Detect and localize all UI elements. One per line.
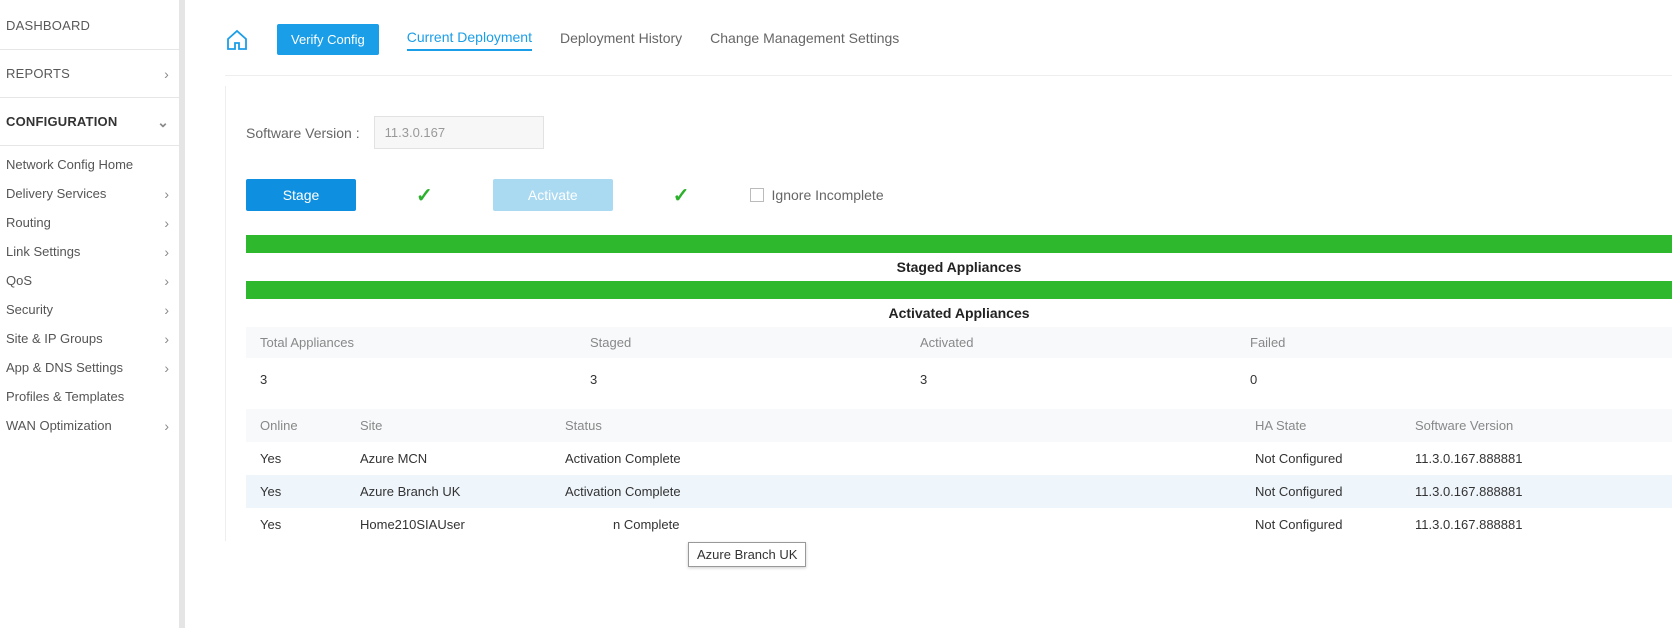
- th-ha-state: HA State: [1255, 418, 1415, 433]
- sidebar-item-delivery-services[interactable]: Delivery Services ›: [0, 179, 179, 208]
- th-status: Status: [565, 418, 1255, 433]
- sidebar-item-routing[interactable]: Routing ›: [0, 208, 179, 237]
- sidebar-item-label: Site & IP Groups: [6, 331, 103, 346]
- summary-header: Activated: [920, 335, 1250, 350]
- chevron-right-icon: ›: [164, 274, 169, 288]
- ignore-incomplete-checkbox[interactable]: Ignore Incomplete: [750, 187, 884, 203]
- summary-value-row: 3 3 3 0: [246, 358, 1672, 401]
- sidebar-item-wan-optimization[interactable]: WAN Optimization ›: [0, 411, 179, 440]
- sidebar-item-profiles-templates[interactable]: Profiles & Templates: [0, 382, 179, 411]
- tab-bar: Verify Config Current Deployment Deploym…: [225, 24, 1672, 76]
- nav-configuration[interactable]: CONFIGURATION ⌄: [0, 102, 179, 141]
- tab-change-mgmt-settings[interactable]: Change Management Settings: [710, 30, 899, 50]
- chevron-right-icon: ›: [164, 332, 169, 346]
- th-online: Online: [260, 418, 360, 433]
- home-icon[interactable]: [225, 28, 249, 52]
- summary-header: Failed: [1250, 335, 1580, 350]
- activate-check-icon: ✓: [673, 183, 690, 208]
- staged-progress-bar: [246, 235, 1672, 253]
- sidebar-item-label: Profiles & Templates: [6, 389, 124, 404]
- chevron-right-icon: ›: [164, 361, 169, 375]
- table-row[interactable]: Yes Azure Branch UK Activation Complete …: [246, 475, 1672, 508]
- th-site: Site: [360, 418, 565, 433]
- sidebar-item-label: Link Settings: [6, 244, 80, 259]
- summary-value: 3: [920, 372, 1250, 387]
- nav-label: DASHBOARD: [6, 18, 90, 33]
- sidebar-item-link-settings[interactable]: Link Settings ›: [0, 237, 179, 266]
- cell-sw: 11.3.0.167.888881: [1415, 451, 1595, 466]
- software-version-input[interactable]: [374, 116, 544, 149]
- cell-site: Azure MCN: [360, 451, 565, 466]
- nav-reports[interactable]: REPORTS ›: [0, 54, 179, 93]
- activated-progress-bar: [246, 281, 1672, 299]
- tab-current-deployment[interactable]: Current Deployment: [407, 29, 532, 51]
- sidebar-item-label: Delivery Services: [6, 186, 106, 201]
- cell-site: Home210SIAUser: [360, 517, 565, 532]
- cell-site: Azure Branch UK: [360, 484, 565, 499]
- table-row[interactable]: Yes Home210SIAUser n Complete Not Config…: [246, 508, 1672, 541]
- chevron-right-icon: ›: [164, 216, 169, 230]
- nav-dashboard[interactable]: DASHBOARD: [0, 6, 179, 45]
- nav-label: REPORTS: [6, 66, 70, 81]
- cell-online: Yes: [260, 451, 360, 466]
- summary-header: Total Appliances: [260, 335, 590, 350]
- sidebar-item-label: Security: [6, 302, 53, 317]
- cell-online: Yes: [260, 517, 360, 532]
- summary-header-row: Total Appliances Staged Activated Failed: [246, 327, 1672, 358]
- th-software-version: Software Version: [1415, 418, 1595, 433]
- checkbox-icon: [750, 188, 764, 202]
- chevron-right-icon: ›: [164, 245, 169, 259]
- activated-appliances-title: Activated Appliances: [246, 299, 1672, 327]
- chevron-down-icon: ⌄: [157, 115, 169, 129]
- table-row[interactable]: Yes Azure MCN Activation Complete Not Co…: [246, 442, 1672, 475]
- cell-ha: Not Configured: [1255, 517, 1415, 532]
- cell-ha: Not Configured: [1255, 451, 1415, 466]
- sidebar: DASHBOARD REPORTS › CONFIGURATION ⌄ Netw…: [0, 0, 185, 628]
- staged-appliances-title: Staged Appliances: [246, 253, 1672, 281]
- cell-ha: Not Configured: [1255, 484, 1415, 499]
- sidebar-item-network-config-home[interactable]: Network Config Home: [0, 150, 179, 179]
- sidebar-item-label: Routing: [6, 215, 51, 230]
- sidebar-item-app-dns-settings[interactable]: App & DNS Settings ›: [0, 353, 179, 382]
- summary-header: Staged: [590, 335, 920, 350]
- cell-status: n Complete: [565, 517, 1255, 532]
- summary-value: 0: [1250, 372, 1580, 387]
- tab-deployment-history[interactable]: Deployment History: [560, 30, 682, 50]
- chevron-right-icon: ›: [164, 303, 169, 317]
- summary-value: 3: [260, 372, 590, 387]
- nav-label: CONFIGURATION: [6, 114, 117, 129]
- sidebar-item-label: App & DNS Settings: [6, 360, 123, 375]
- sidebar-item-label: QoS: [6, 273, 32, 288]
- cell-online: Yes: [260, 484, 360, 499]
- sidebar-item-qos[interactable]: QoS ›: [0, 266, 179, 295]
- cell-sw: 11.3.0.167.888881: [1415, 517, 1595, 532]
- software-version-label: Software Version :: [246, 125, 360, 141]
- activate-button[interactable]: Activate: [493, 179, 613, 211]
- cell-sw: 11.3.0.167.888881: [1415, 484, 1595, 499]
- cell-status: Activation Complete: [565, 451, 1255, 466]
- stage-button[interactable]: Stage: [246, 179, 356, 211]
- main-panel: Verify Config Current Deployment Deploym…: [185, 0, 1672, 628]
- appliance-table-header: Online Site Status HA State Software Ver…: [246, 409, 1672, 442]
- sidebar-item-label: Network Config Home: [6, 157, 133, 172]
- ignore-incomplete-label: Ignore Incomplete: [772, 187, 884, 203]
- sidebar-item-site-ip-groups[interactable]: Site & IP Groups ›: [0, 324, 179, 353]
- summary-value: 3: [590, 372, 920, 387]
- verify-config-button[interactable]: Verify Config: [277, 24, 379, 55]
- content: Software Version : Stage ✓ Activate ✓ Ig…: [225, 86, 1672, 541]
- sidebar-item-security[interactable]: Security ›: [0, 295, 179, 324]
- chevron-right-icon: ›: [164, 187, 169, 201]
- stage-check-icon: ✓: [416, 183, 433, 208]
- chevron-right-icon: ›: [164, 419, 169, 433]
- site-tooltip: Azure Branch UK: [688, 542, 806, 567]
- sidebar-item-label: WAN Optimization: [6, 418, 112, 433]
- chevron-right-icon: ›: [164, 67, 169, 81]
- cell-status: Activation Complete: [565, 484, 1255, 499]
